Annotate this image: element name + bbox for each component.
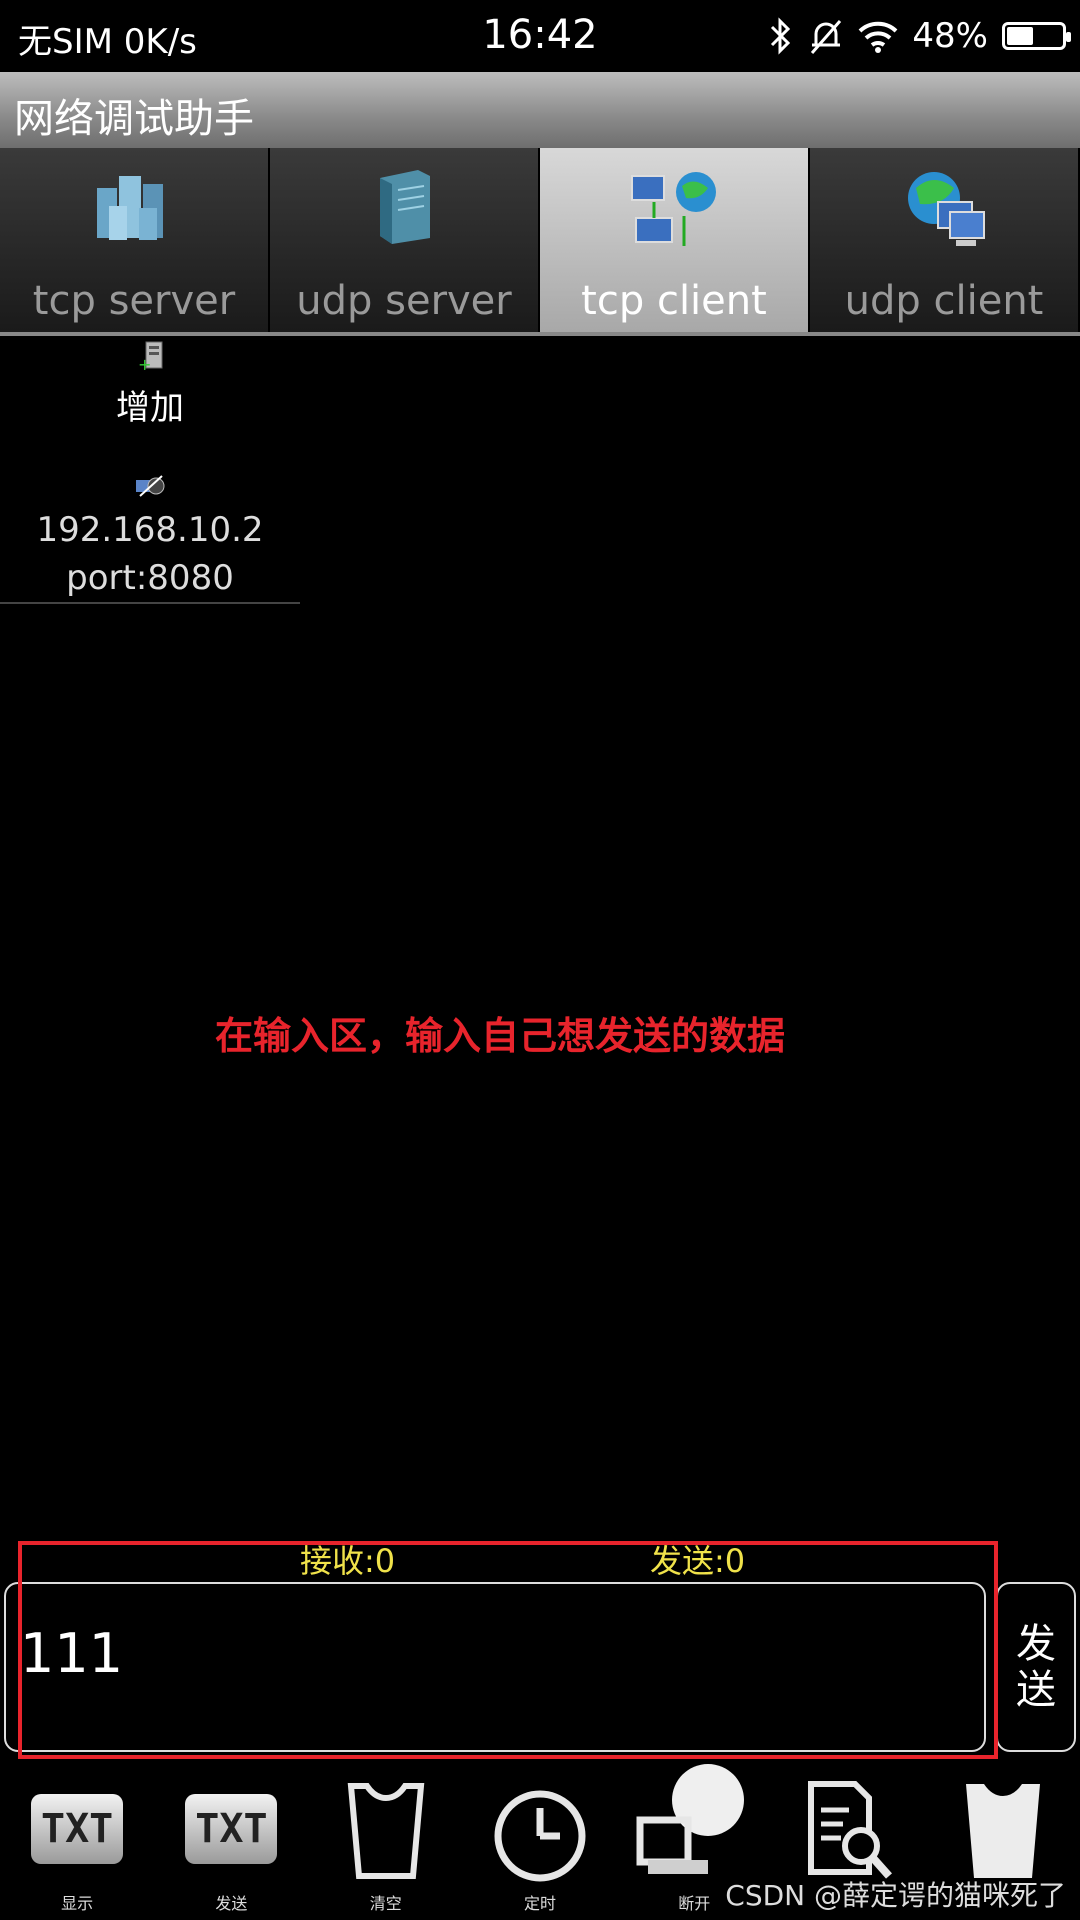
cup-icon (965, 1784, 1040, 1878)
tab-tcp-client[interactable]: tcp client (540, 148, 810, 332)
tab-udp-server[interactable]: udp server (270, 148, 540, 332)
mode-tabs: tcp server udp server tcp client udp cli… (0, 148, 1080, 332)
tab-label: udp client (844, 278, 1044, 324)
tab-udp-client[interactable]: udp client (810, 148, 1080, 332)
send-button[interactable]: 发送 (996, 1582, 1076, 1752)
watermark-text: CSDN @薛定谔的猫咪死了 (725, 1879, 1066, 1912)
status-right: 48% (768, 14, 1071, 58)
battery-percent: 48% (912, 16, 988, 56)
toolbar-send-format-button[interactable]: TXT 发送 (154, 1768, 308, 1920)
svg-text:+: + (138, 355, 151, 372)
toolbar-clear-button[interactable]: 清空 (309, 1768, 463, 1920)
add-label: 增加 (116, 388, 184, 428)
app-title-bar: 网络调试助手 (0, 72, 1080, 148)
annotation-text: 在输入区，输入自己想发送的数据 (214, 1014, 785, 1058)
battery-icon (1002, 22, 1071, 50)
mute-bell-icon (811, 20, 842, 54)
connection-icon (136, 475, 165, 497)
status-bar: 无SIM 0K/s 16:42 48% (0, 0, 1080, 72)
app-title: 网络调试助手 (14, 96, 254, 142)
tab-label: udp server (296, 278, 512, 324)
send-button-label: 发送 (1016, 1621, 1056, 1713)
add-server-icon: + (138, 341, 163, 372)
server-cluster-icon (97, 176, 163, 240)
toolbar-label: 显示 (61, 1894, 94, 1913)
bluetooth-icon (771, 17, 791, 55)
txt-display-icon: TXT (31, 1794, 124, 1864)
server-tower-icon (380, 170, 430, 244)
add-connection-button[interactable]: + 增加 (0, 340, 300, 440)
toolbar-label: 清空 (369, 1894, 402, 1913)
toolbar-timer-button[interactable]: 定时 (463, 1768, 617, 1920)
tab-label: tcp server (32, 278, 236, 324)
connection-ip: 192.168.10.2 (36, 510, 264, 550)
toolbar-display-button[interactable]: TXT 显示 (0, 1768, 154, 1920)
tab-label: tcp client (581, 278, 767, 324)
wifi-icon (859, 21, 898, 53)
network-client-icon (631, 172, 716, 246)
doc-search-icon (807, 1781, 892, 1879)
send-counter: 发送:0 (650, 1542, 746, 1580)
clear-cup-icon (347, 1783, 424, 1879)
receive-counter: 接收:0 (300, 1542, 396, 1580)
connection-list-item[interactable]: 192.168.10.2 port:8080 (0, 470, 300, 604)
txt-send-icon: TXT (185, 1794, 278, 1864)
tab-tcp-server[interactable]: tcp server (0, 148, 270, 332)
globe-computer-icon (908, 172, 985, 246)
send-data-input[interactable]: 111 (4, 1582, 986, 1752)
clock-icon (494, 1790, 586, 1882)
disconnect-icon (636, 1764, 745, 1874)
connection-port: port:8080 (66, 558, 234, 598)
toolbar-label: 定时 (523, 1894, 556, 1913)
tabs-divider (0, 332, 1080, 336)
battery-level-fill (1007, 27, 1033, 45)
input-value: 111 (20, 1622, 124, 1685)
toolbar-label: 发送 (215, 1894, 248, 1913)
